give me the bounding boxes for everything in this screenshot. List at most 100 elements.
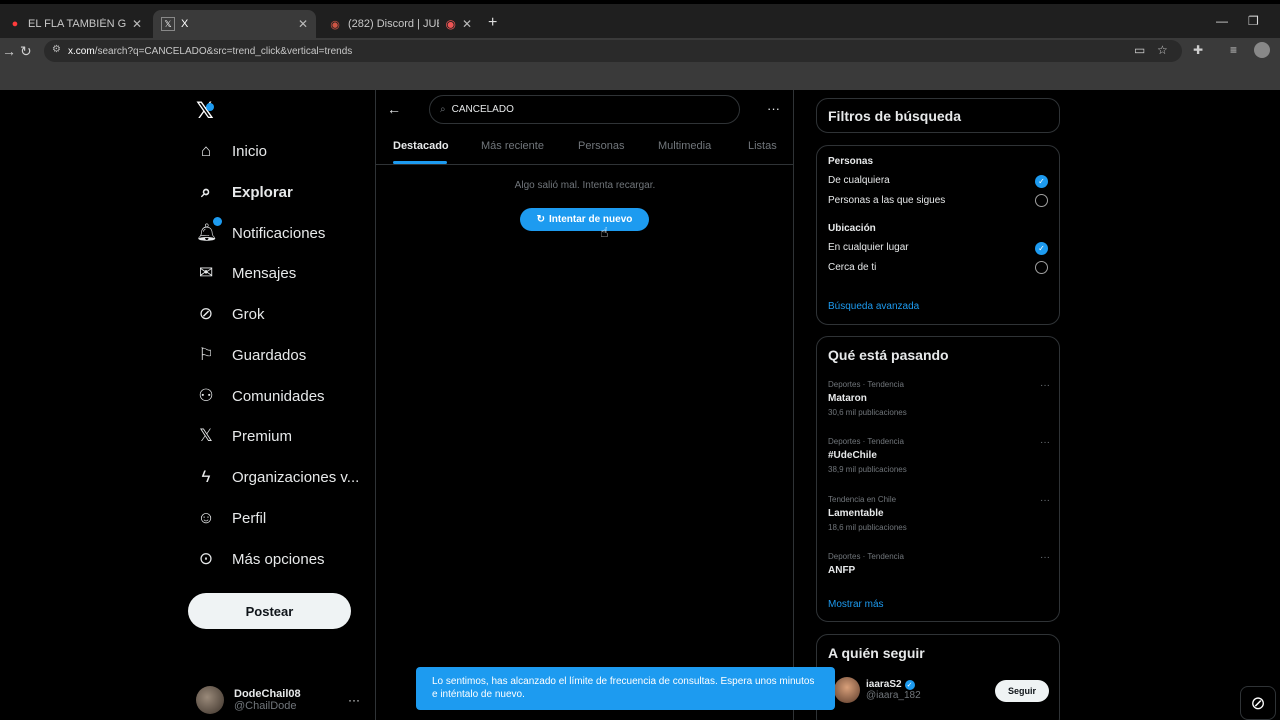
follow-suggestion[interactable]: iaaraS2 ✓ @iaara_182 [834,677,921,703]
user-handle: @ChailDode [234,700,297,712]
pointer-cursor-icon: ☝ [600,224,609,240]
nav-item-explorar[interactable]: ⌕ Explorar [196,177,293,207]
nav-label: Inicio [232,142,268,160]
nav-label: Perfil [232,509,267,527]
trend-item[interactable]: Deportes · Tendencia ANFP ··· [828,552,1050,576]
trend-count: 18,6 mil publicaciones [828,523,907,532]
trend-item[interactable]: Deportes · Tendencia #UdeChile 38,9 mil … [828,437,1050,474]
extensions-icon[interactable]: ✚ [1193,43,1203,57]
back-arrow-icon[interactable]: ← [387,101,401,117]
new-tab-button[interactable]: + [488,14,497,32]
minimize-icon[interactable]: — [1216,14,1228,28]
tab-multimedia[interactable]: Multimedia [658,140,711,152]
rate-limit-toast: Lo sentimos, has alcanzado el límite de … [416,667,835,710]
more-icon[interactable]: ··· [1040,380,1050,391]
filters-title: Filtros de búsqueda [828,108,962,124]
error-message: Algo salió mal. Intenta recargar. [514,180,656,191]
tab-destacado[interactable]: Destacado [393,140,449,152]
nav-item-comunidades[interactable]: ⚇ Comunidades [196,381,324,411]
trend-item[interactable]: Tendencia en Chile Lamentable 18,6 mil p… [828,495,1050,532]
avatar [834,677,860,703]
more-icon[interactable]: ··· [767,101,780,116]
browser-tab-title: (282) Discord | JUEGOS | E [348,18,439,30]
site-settings-icon[interactable]: ⚙ [52,44,61,55]
reload-icon[interactable]: ↻ [20,43,32,60]
x-logo-icon[interactable]: 𝕏 [196,98,214,124]
x-logo-icon: 𝕏 [161,17,175,31]
nav-item-inicio[interactable]: ⌂ Inicio [196,136,267,166]
account-switcher[interactable]: DodeChail08 @ChailDode [196,686,301,714]
youtube-icon: ● [11,18,19,30]
location-filter-title: Ubicación [828,223,876,234]
more-icon[interactable]: ··· [1040,552,1050,563]
option-cerca-de-ti[interactable]: Cerca de ti [828,262,876,273]
filters-header-card: Filtros de búsqueda [816,98,1060,133]
close-icon[interactable]: ✕ [132,17,142,31]
browser-tab-title: EL FLA TAMBIÉN GANÓ LA VUE [28,18,126,30]
more-icon[interactable]: ··· [1040,437,1050,448]
close-icon[interactable]: ✕ [298,17,308,31]
more-icon[interactable]: ··· [1040,495,1050,506]
search-input[interactable]: ⌕ CANCELADO [429,95,740,124]
radio-cualquier-lugar-checked[interactable]: ✓ [1035,242,1048,255]
trend-meta: Deportes · Tendencia [828,380,904,389]
nav-item-notificaciones[interactable]: 🔔︎ Notificaciones [196,217,325,248]
radio-cerca-de-ti[interactable] [1035,261,1048,274]
option-cualquier-lugar[interactable]: En cualquier lugar [828,242,909,253]
media-icon[interactable]: ≡ [1230,43,1237,57]
trend-item[interactable]: Deportes · Tendencia Mataron 30,6 mil pu… [828,380,1050,417]
browser-tab-2[interactable]: 𝕏 X ✕ [153,10,316,38]
who-to-follow-title: A quién seguir [828,645,925,661]
nav-label: Más opciones [232,550,325,568]
grok-icon[interactable]: ⊘ [1240,686,1276,720]
trend-meta: Tendencia en Chile [828,495,897,504]
nav-item-mas-opciones[interactable]: ⊙ Más opciones [196,544,325,574]
browser-tab-3[interactable]: ◉ (282) Discord | JUEGOS | E ◉ ✕ [320,10,480,38]
maximize-icon[interactable]: ❐ [1248,14,1259,28]
follow-button[interactable]: Seguir [995,680,1049,702]
verified-badge-icon: ✓ [904,679,915,690]
tab-mas-reciente[interactable]: Más reciente [481,140,544,152]
nav-item-premium[interactable]: 𝕏 Premium [196,421,292,451]
post-button[interactable]: Postear [188,593,351,629]
option-personas-que-sigues[interactable]: Personas a las que sigues [828,195,945,206]
nav-item-perfil[interactable]: ☺ Perfil [196,503,266,533]
show-more-link[interactable]: Mostrar más [828,599,884,610]
search-tabs: Destacado Más reciente Personas Multimed… [376,128,794,165]
suggestion-handle: @iaara_182 [866,690,921,701]
people-icon: ⚇ [198,386,214,405]
trends-title: Qué está pasando [828,347,949,363]
search-icon: ⌕ [201,182,211,201]
nav-label: Guardados [232,346,307,364]
radio-de-cualquiera-checked[interactable]: ✓ [1035,175,1048,188]
radio-personas-que-sigues[interactable] [1035,194,1048,207]
discord-icon: ◉ [330,18,340,31]
nav-item-mensajes[interactable]: ✉ Mensajes [196,258,296,288]
nav-label: Premium [232,427,293,445]
refresh-icon: ↻ [536,214,546,225]
url-field[interactable]: ⚙ x.com/search?q=CANCELADO&src=trend_cli… [44,40,1182,62]
bookmark-star-icon[interactable]: ☆ [1157,43,1168,57]
lightning-icon: ϟ [201,467,211,486]
tab-personas[interactable]: Personas [578,140,624,152]
forward-icon[interactable]: → [2,43,16,59]
cast-icon[interactable]: ▭ [1134,43,1145,57]
profile-avatar[interactable] [1254,42,1270,58]
nav-label: Grok [232,305,265,323]
close-icon[interactable]: ✕ [462,17,472,31]
advanced-search-link[interactable]: Búsqueda avanzada [828,301,919,312]
mail-icon: ✉ [198,263,214,282]
nav-item-organizaciones[interactable]: ϟ Organizaciones v... [196,462,360,492]
more-icon[interactable]: ··· [348,693,360,707]
nav-item-grok[interactable]: ⊘ Grok [196,299,265,329]
user-name: DodeChail08 [234,688,301,700]
trend-name: #UdeChile [828,450,877,461]
option-de-cualquiera[interactable]: De cualquiera [828,175,890,186]
tab-listas[interactable]: Listas [748,140,777,152]
browser-tab-bar: ● EL FLA TAMBIÉN GANÓ LA VUE ✕ 𝕏 X ✕ ◉ (… [0,0,1280,38]
retry-button[interactable]: ↻ Intentar de nuevo [520,208,649,231]
url-path: /search?q=CANCELADO&src=trend_click&vert… [94,45,353,57]
nav-item-guardados[interactable]: ⚐ Guardados [196,340,306,370]
trends-card: Qué está pasando Deportes · Tendencia Ma… [816,336,1060,622]
browser-tab-1[interactable]: ● EL FLA TAMBIÉN GANÓ LA VUE ✕ [0,10,150,38]
